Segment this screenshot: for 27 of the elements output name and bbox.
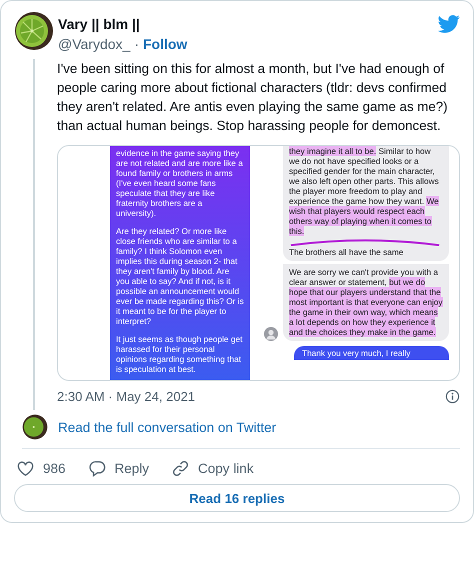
author-handle[interactable]: @Varydox_ [58,35,130,53]
lime-avatar [22,414,48,440]
chat-screenshot[interactable] [57,145,460,381]
author-name[interactable]: Vary || blm || [58,15,188,33]
link-icon [171,459,190,478]
message-text: It just seems as though people get harassed for their personal opinions regarding something that is speculation at best. [116,334,244,374]
separator: · [134,35,139,53]
conversation-link[interactable]: Read the full conversation on Twitter [58,420,276,434]
info-icon[interactable] [445,389,460,404]
message-text: The brothers all have the same [289,247,404,257]
follow-link[interactable]: Follow [143,35,188,53]
lime-avatar[interactable] [14,11,54,51]
outgoing-message: Thank you very much, I really [294,346,449,360]
reply-action[interactable]: Reply [88,459,150,478]
bird-icon[interactable] [438,13,460,35]
read-replies-button[interactable]: Read 16 replies [14,484,460,512]
message-text: Are they related? Or more like close friends who are similar to a family? I think Solomon even implies this during season 2- that they aren't family by blood. Are you able to say? And if not, is it possible an announcement would ever be made regarding this? Or is it meant to be for the player to interpret? [116,226,244,326]
heart-icon [16,459,35,478]
speech-bubble-icon [88,459,107,478]
avatar [264,327,278,341]
message-text: We are sorry we can't provide you with a clear answer or statement, but we do hope that our players understand that the most important is that everyone can enjoy the game in their own way, which means a lot depends on how they experience it and the choices they make in the game. [289,267,443,337]
message-text: evidence in the game saying they are not related and are more like a found family or brothers in arms (I've even heard some fans speculate that they are like fraternity brothers are a university). [116,148,244,218]
like-action[interactable]: 986 [16,459,66,478]
timestamp[interactable]: 2:30 AM · May 24, 2021 [57,389,196,404]
copy-action[interactable]: Copy link [171,459,254,478]
message-text: they imagine it all to be. Similar to how we do not have specified looks or a specified gender for the main character, we also left open other parts. This allows the player more freedom to play and experience the game how they want. We wish that players would respect each others way of playing when it comes to this. [289,146,440,236]
tweet-text: I've been sitting on this for almost a month, but I've had enough of people caring more about fictional characters (tldr: devs confirmed they aren't related. Are antis even playing the same game as me?) than actual human beings. Stop harassing people for demoncest. [57,60,449,135]
